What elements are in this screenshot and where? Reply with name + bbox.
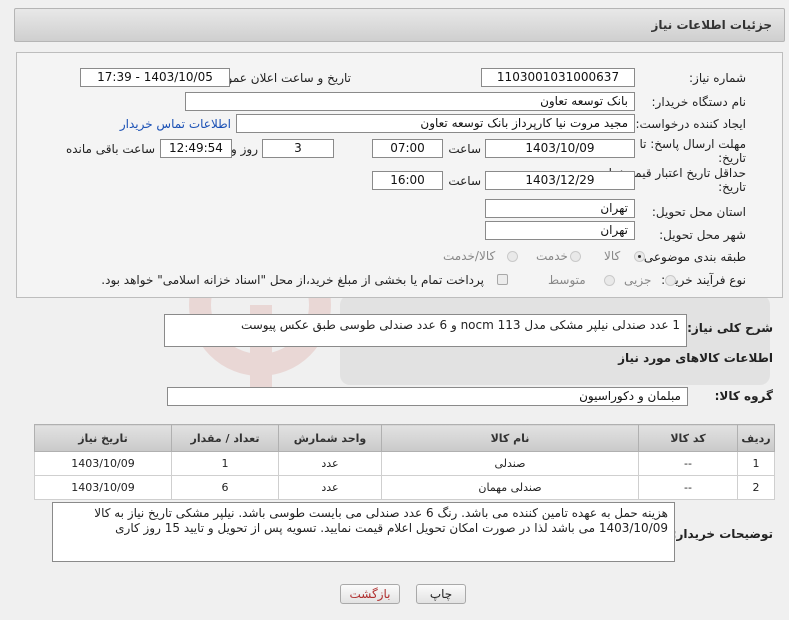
reply-deadline-label: مهلت ارسال پاسخ: تا: [639, 137, 746, 151]
cell-quantity: 6: [171, 475, 279, 500]
col-code: کد کالا: [638, 424, 738, 452]
cell-need-date: 1403/10/09: [34, 475, 172, 500]
remaining-label: ساعت باقی مانده: [65, 142, 155, 156]
price-validity-label-2: تاریخ:: [718, 180, 746, 194]
category-radio-goods-service[interactable]: [507, 251, 518, 262]
buyer-contact-link[interactable]: اطلاعات تماس خریدار: [120, 117, 231, 131]
purchase-radio-partial[interactable]: [665, 275, 676, 286]
announce-datetime-field[interactable]: 1403/10/05 - 17:39: [80, 68, 230, 87]
price-validity-time-label: ساعت: [448, 174, 481, 188]
purchase-option-medium: متوسط: [548, 273, 586, 287]
cell-unit: عدد: [278, 451, 382, 476]
need-number-field[interactable]: 1103001031000637: [481, 68, 635, 87]
col-quantity: تعداد / مقدار: [171, 424, 279, 452]
treasury-note: پرداخت تمام یا بخشی از مبلغ خرید،از محل …: [101, 273, 484, 287]
price-validity-time-field[interactable]: 16:00: [372, 171, 443, 190]
province-label: استان محل تحویل:: [651, 205, 746, 219]
buyer-org-field[interactable]: بانک توسعه تعاون: [185, 92, 635, 111]
remaining-days-field[interactable]: 3: [262, 139, 334, 158]
category-radio-service[interactable]: [570, 251, 581, 262]
panel-header: جزئیات اطلاعات نیاز: [14, 8, 785, 42]
buyer-org-label: نام دستگاه خریدار:: [651, 95, 747, 109]
cell-need-date: 1403/10/09: [34, 451, 172, 476]
goods-section-title: اطلاعات کالاهای مورد نیاز: [618, 351, 773, 365]
buyer-notes-label: توضیحات خریدار:: [671, 527, 773, 541]
requester-field[interactable]: مجید مروت نیا کارپرداز بانک توسعه تعاون: [236, 114, 635, 133]
summary-textarea[interactable]: 1 عدد صندلی نیلپر مشکی مدل nocm 113 و 6 …: [164, 314, 687, 347]
col-row: ردیف: [737, 424, 775, 452]
cell-quantity: 1: [171, 451, 279, 476]
cell-code: --: [638, 451, 738, 476]
cell-row: 1: [737, 451, 775, 476]
reply-deadline-label-2: تاریخ:: [718, 151, 746, 165]
col-unit: واحد شمارش: [278, 424, 382, 452]
requester-label: ایجاد کننده درخواست:: [635, 117, 746, 131]
goods-table-header: ردیف کد کالا نام کالا واحد شمارش تعداد /…: [34, 424, 775, 452]
reply-date-field[interactable]: 1403/10/09: [485, 139, 635, 158]
panel-title: جزئیات اطلاعات نیاز: [651, 18, 772, 32]
cell-name: صندلی: [381, 451, 639, 476]
cell-name: صندلی مهمان: [381, 475, 639, 500]
goods-group-field[interactable]: مبلمان و دکوراسیون: [167, 387, 688, 406]
city-field[interactable]: تهران: [485, 221, 635, 240]
col-name: نام کالا: [381, 424, 639, 452]
purchase-radio-medium[interactable]: [604, 275, 615, 286]
province-field[interactable]: تهران: [485, 199, 635, 218]
col-need-date: تاریخ نیاز: [34, 424, 172, 452]
treasury-checkbox[interactable]: [497, 274, 508, 285]
cell-code: --: [638, 475, 738, 500]
need-number-label: شماره نیاز:: [689, 71, 746, 85]
buyer-notes-textarea[interactable]: هزینه حمل به عهده تامین کننده می باشد. ر…: [52, 502, 675, 562]
summary-label: شرح کلی نیاز:: [687, 321, 773, 335]
remaining-time-field[interactable]: 12:49:54: [160, 139, 232, 158]
cell-unit: عدد: [278, 475, 382, 500]
category-label: طبقه بندی موضوعی:: [639, 250, 746, 264]
table-row: 2 -- صندلی مهمان عدد 6 1403/10/09: [34, 475, 775, 500]
category-option-service: خدمت: [536, 249, 568, 263]
category-option-goods: کالا: [604, 249, 621, 263]
goods-table: ردیف کد کالا نام کالا واحد شمارش تعداد /…: [34, 424, 775, 500]
price-validity-date-field[interactable]: 1403/12/29: [485, 171, 635, 190]
goods-group-label: گروه کالا:: [714, 389, 773, 403]
city-label: شهر محل تحویل:: [659, 228, 746, 242]
table-row: 1 -- صندلی عدد 1 1403/10/09: [34, 451, 775, 476]
category-radio-goods[interactable]: [634, 251, 645, 262]
purchase-option-partial: جزیی: [624, 273, 652, 287]
print-button[interactable]: چاپ: [416, 584, 466, 604]
category-option-goods-service: کالا/خدمت: [443, 249, 496, 263]
reply-time-label: ساعت: [448, 142, 481, 156]
days-label: روز و: [231, 142, 258, 156]
back-button[interactable]: بازگشت: [340, 584, 400, 604]
reply-time-field[interactable]: 07:00: [372, 139, 443, 158]
cell-row: 2: [737, 475, 775, 500]
